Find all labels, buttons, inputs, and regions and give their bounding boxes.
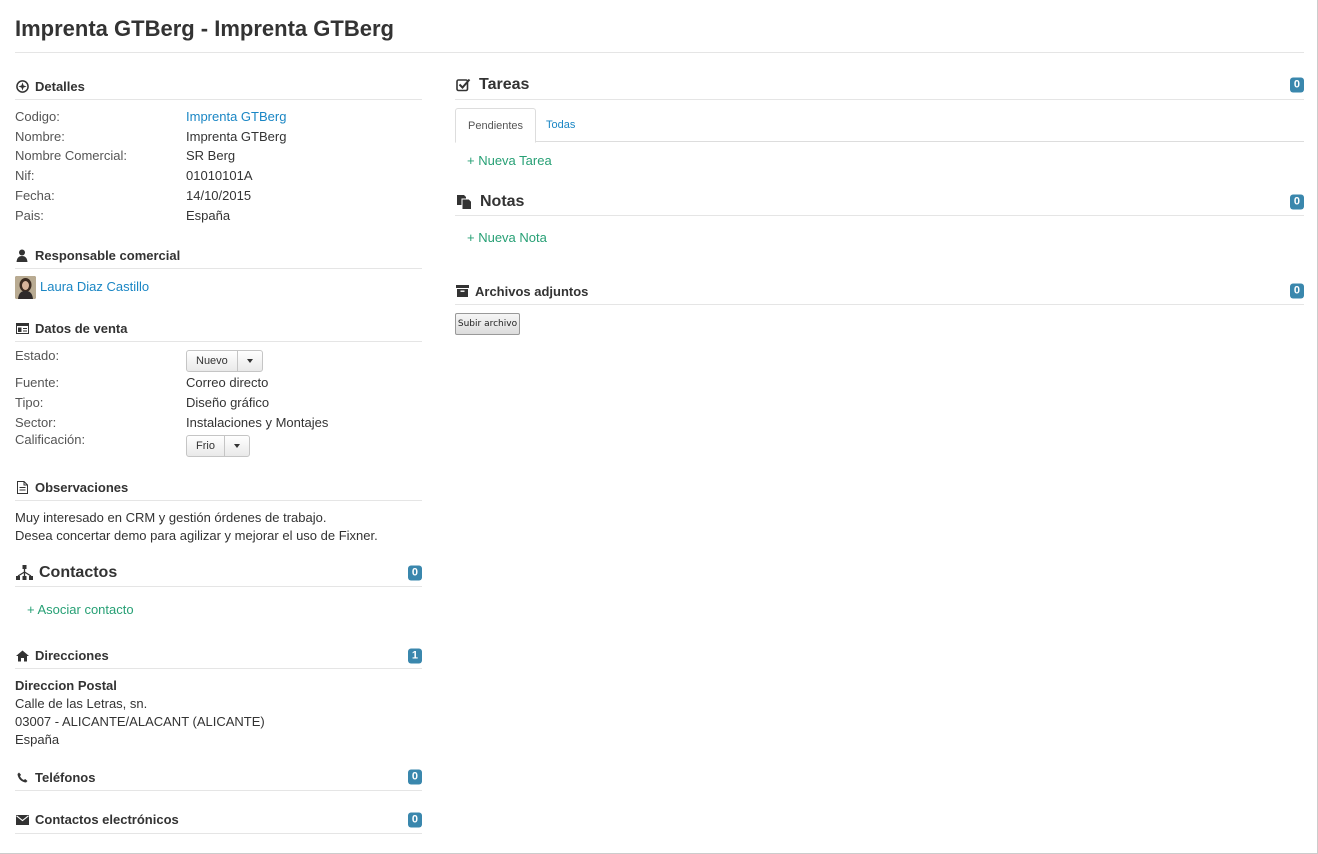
- direcciones-header: Direcciones 1: [15, 643, 422, 669]
- direcciones-title: Direcciones: [35, 648, 109, 663]
- responsable-title: Responsable comercial: [35, 248, 181, 263]
- tareas-count-badge: 0: [1289, 77, 1304, 93]
- tareas-header: Tareas 0: [455, 71, 1304, 100]
- venta-title: Datos de venta: [35, 320, 128, 336]
- estado-value[interactable]: Nuevo: [187, 351, 238, 371]
- nueva-nota-link[interactable]: + Nueva Nota: [467, 230, 547, 245]
- estado-label: Estado:: [15, 348, 60, 363]
- venta-header: Datos de venta: [15, 315, 422, 342]
- venta-row-sector: Sector: Instalaciones y Montajes: [15, 412, 415, 432]
- telefonos-title: Teléfonos: [35, 769, 96, 785]
- sitemap-icon: [15, 565, 33, 580]
- archive-icon: [455, 284, 469, 298]
- tareas-tabs: Pendientes Todas: [455, 108, 1304, 143]
- direcciones-count-badge: 1: [407, 648, 422, 663]
- nif-label: Nif:: [15, 167, 35, 183]
- electronicos-header: Contactos electrónicos 0: [15, 806, 422, 834]
- calificacion-label: Calificación:: [15, 432, 86, 447]
- detalles-header: Detalles: [15, 73, 422, 100]
- detalles-row-nif: Nif: 01010101A: [15, 165, 415, 185]
- id-card-icon: [15, 321, 29, 335]
- fecha-value: 14/10/2015: [186, 187, 252, 203]
- telefonos-count-badge: 0: [407, 769, 422, 785]
- home-icon: [15, 649, 29, 663]
- contactos-header: Contactos 0: [15, 559, 422, 587]
- observaciones-line-2: Desea concertar demo para agilizar y mej…: [15, 528, 378, 543]
- venta-row-tipo: Tipo: Diseño gráfico: [15, 392, 415, 412]
- calificacion-dropdown[interactable]: Frio: [186, 435, 250, 457]
- notas-count-badge: 0: [1289, 194, 1304, 209]
- direccion-type: Direccion Postal: [15, 678, 117, 693]
- electronicos-count-badge: 0: [407, 812, 422, 827]
- detalles-row-codigo: Codigo: Imprenta GTBerg: [15, 106, 415, 126]
- direccion-line-1: Calle de las Letras, sn.: [15, 696, 148, 711]
- telefonos-header: Teléfonos 0: [15, 764, 422, 791]
- fuente-value: Correo directo: [186, 374, 269, 390]
- observaciones-header: Observaciones: [15, 475, 422, 501]
- calificacion-value[interactable]: Frio: [187, 436, 225, 456]
- title-divider: [15, 52, 1304, 53]
- sector-label: Sector:: [15, 414, 57, 430]
- adjuntos-header: Archivos adjuntos 0: [455, 278, 1304, 305]
- nombre-value: Imprenta GTBerg: [186, 128, 287, 144]
- venta-row-fuente: Fuente: Correo directo: [15, 372, 415, 392]
- avatar: [15, 276, 36, 299]
- asociar-contacto-link[interactable]: + Asociar contacto: [27, 602, 134, 617]
- estado-dropdown[interactable]: Nuevo: [186, 350, 263, 372]
- detalles-row-fecha: Fecha: 14/10/2015: [15, 185, 415, 205]
- observaciones-text: Muy interesado en CRM y gestión órdenes …: [15, 509, 415, 545]
- notas-title: Notas: [480, 192, 525, 210]
- phone-icon: [15, 770, 29, 784]
- copy-icon: [455, 194, 472, 210]
- tipo-label: Tipo:: [15, 394, 44, 410]
- fecha-label: Fecha:: [15, 187, 55, 203]
- tareas-title: Tareas: [479, 76, 530, 93]
- nueva-tarea-link[interactable]: + Nueva Tarea: [467, 153, 552, 168]
- nif-value: 01010101A: [186, 167, 253, 183]
- codigo-label: Codigo:: [15, 108, 60, 124]
- electronicos-title: Contactos electrónicos: [35, 812, 179, 827]
- observaciones-title: Observaciones: [35, 480, 129, 495]
- detalles-title: Detalles: [35, 78, 85, 94]
- direccion-line-2: 03007 - ALICANTE/ALACANT (ALICANTE): [15, 714, 265, 729]
- calificacion-caret-icon[interactable]: [225, 436, 249, 456]
- envelope-icon: [15, 813, 29, 827]
- pais-label: Pais:: [15, 207, 44, 223]
- responsable-header: Responsable comercial: [15, 243, 422, 269]
- adjuntos-title: Archivos adjuntos: [475, 283, 589, 299]
- contactos-count-badge: 0: [407, 565, 422, 580]
- tab-todas[interactable]: Todas: [534, 108, 587, 142]
- adjuntos-count-badge: 0: [1289, 283, 1304, 299]
- nombre-comercial-label: Nombre Comercial:: [15, 147, 127, 163]
- responsable-link[interactable]: Laura Diaz Castillo: [40, 279, 149, 294]
- pais-value: España: [186, 207, 231, 223]
- observaciones-line-1: Muy interesado en CRM y gestión órdenes …: [15, 510, 327, 525]
- compass-icon: [15, 79, 29, 93]
- codigo-link[interactable]: Imprenta GTBerg: [186, 109, 286, 124]
- nombre-label: Nombre:: [15, 128, 65, 144]
- direccion-postal: Direccion Postal Calle de las Letras, sn…: [15, 677, 265, 749]
- document-icon: [15, 481, 29, 495]
- detalles-row-nombre: Nombre: Imprenta GTBerg: [15, 126, 415, 146]
- detalles-row-nombre-comercial: Nombre Comercial: SR Berg: [15, 145, 415, 165]
- subir-archivo-button[interactable]: Subir archivo: [455, 313, 520, 335]
- user-icon: [15, 249, 29, 263]
- sector-value: Instalaciones y Montajes: [186, 414, 329, 430]
- direccion-line-3: España: [15, 732, 60, 747]
- tipo-value: Diseño gráfico: [186, 394, 270, 410]
- detalles-row-pais: Pais: España: [15, 205, 415, 225]
- tab-pendientes[interactable]: Pendientes: [455, 108, 537, 143]
- estado-caret-icon[interactable]: [238, 351, 262, 371]
- contactos-title: Contactos: [39, 563, 118, 581]
- nombre-comercial-value: SR Berg: [186, 147, 236, 163]
- page-title: Imprenta GTBerg - Imprenta GTBerg: [15, 16, 394, 41]
- notas-header: Notas 0: [455, 188, 1304, 216]
- fuente-label: Fuente:: [15, 374, 60, 390]
- checkbox-icon: [455, 78, 471, 92]
